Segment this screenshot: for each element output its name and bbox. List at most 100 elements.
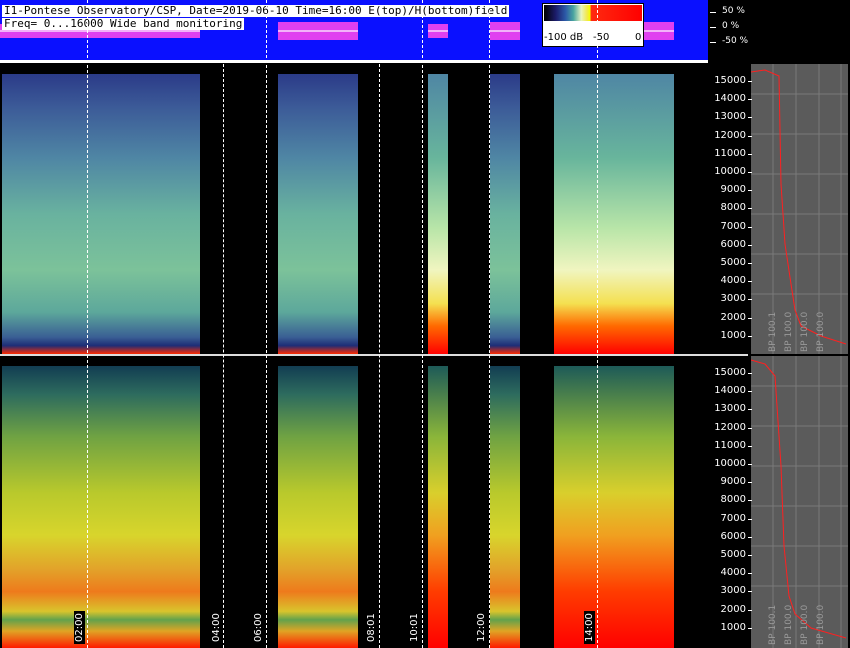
frequency-label: 15000: [714, 75, 746, 86]
side-graph-label: BP 100.0: [816, 604, 826, 645]
frequency-tick: [748, 464, 752, 465]
frequency-tick: [748, 482, 752, 484]
frequency-tick: [748, 317, 752, 319]
spectrogram-segment: [278, 74, 358, 354]
frequency-tick: [748, 190, 752, 192]
time-label: 08:01: [366, 611, 377, 644]
amplitude-label: 0 %: [722, 21, 740, 31]
frequency-label: 6000: [720, 238, 746, 250]
time-label: 12:00: [476, 611, 487, 644]
side-graph-e-curve: [751, 64, 848, 354]
frequency-label: 11000: [714, 439, 746, 451]
time-gridline: [422, 0, 423, 648]
time-gridline: [597, 0, 598, 648]
frequency-tick: [748, 500, 752, 502]
frequency-label: 12000: [714, 129, 746, 141]
time-gridline: [489, 0, 490, 648]
frequency-label: 11000: [714, 147, 746, 159]
amplitude-label: -50 %: [722, 36, 749, 46]
header-line-2: Freq= 0...16000 Wide band monitoring: [2, 17, 245, 30]
frequency-label: 6000: [720, 530, 746, 542]
frequency-tick: [748, 172, 752, 173]
spectrogram-segment: [278, 366, 358, 648]
side-graph-label: BP 100.0: [784, 311, 794, 352]
frequency-label: 7000: [720, 220, 746, 232]
frequency-label: 9000: [720, 184, 746, 196]
time-gridline: [266, 0, 267, 648]
side-graph-label: BP 100.0: [800, 311, 810, 352]
frequency-tick: [748, 627, 752, 629]
color-scale: -100 dB -50 0: [542, 3, 644, 47]
color-scale-label-min: -100 dB: [544, 32, 584, 43]
frequency-label: 3000: [720, 585, 746, 597]
frequency-tick: [748, 281, 752, 283]
frequency-tick: [748, 573, 752, 575]
panel-divider: [0, 354, 748, 356]
time-gridline: [87, 0, 88, 648]
side-graph-label: BP 100.0: [816, 311, 826, 352]
amplitude-tick: [710, 27, 716, 28]
spectrogram-segment: [490, 366, 520, 648]
frequency-label: 13000: [714, 111, 746, 123]
frequency-label: 4000: [720, 567, 746, 579]
frequency-tick: [748, 409, 752, 411]
time-label: 14:00: [584, 611, 595, 644]
frequency-tick: [748, 335, 752, 337]
spectrogram-segment: [2, 74, 200, 354]
frequency-tick: [748, 518, 752, 520]
color-scale-label-mid: -50: [593, 32, 610, 43]
frequency-tick: [748, 445, 752, 447]
frequency-tick: [748, 263, 752, 264]
frequency-label: 14000: [714, 385, 746, 397]
spectrogram-segment: [554, 74, 674, 354]
frequency-tick: [748, 244, 752, 246]
frequency-label: 5000: [720, 549, 746, 560]
frequency-label: 2000: [720, 311, 746, 323]
frequency-tick: [748, 153, 752, 155]
frequency-label: 13000: [714, 403, 746, 415]
frequency-tick: [748, 555, 752, 556]
header-line-1: I1-Pontese Observatory/CSP, Date=2019-06…: [2, 4, 510, 17]
side-graph-label: BP 100.1: [768, 311, 778, 352]
time-label: 06:00: [253, 611, 264, 644]
spectrogram-window: { "header": { "line1": "I1-Pontese Obser…: [0, 0, 850, 648]
frequency-tick: [748, 373, 752, 374]
waveform-baseline: [0, 60, 708, 63]
frequency-label: 9000: [720, 476, 746, 488]
frequency-tick: [748, 609, 752, 611]
frequency-tick: [748, 117, 752, 119]
spectrogram-segment: [428, 74, 448, 354]
frequency-label: 3000: [720, 293, 746, 305]
spectrogram-segment: [554, 366, 674, 648]
time-label: 02:00: [74, 611, 85, 644]
side-graph-label: BP 100.0: [784, 604, 794, 645]
frequency-label: 7000: [720, 512, 746, 524]
frequency-label: 1000: [720, 621, 746, 633]
amplitude-tick: [710, 12, 716, 13]
side-graph-label: BP 100.0: [800, 604, 810, 645]
color-scale-label-max: 0: [635, 32, 642, 43]
time-gridline: [379, 64, 380, 648]
frequency-tick: [748, 427, 752, 429]
frequency-tick: [748, 226, 752, 228]
frequency-label: 15000: [714, 367, 746, 378]
spectrogram-segment: [490, 74, 520, 354]
time-label: 04:00: [211, 611, 222, 644]
frequency-label: 4000: [720, 275, 746, 287]
frequency-label: 10000: [714, 458, 746, 469]
frequency-tick: [748, 391, 752, 393]
color-scale-gradient: [544, 5, 642, 21]
spectrogram-segment: [2, 366, 200, 648]
spectrogram-segment: [428, 366, 448, 648]
frequency-tick: [748, 81, 752, 82]
amplitude-label: 50 %: [722, 6, 745, 16]
frequency-tick: [748, 135, 752, 137]
frequency-label: 5000: [720, 257, 746, 268]
frequency-label: 8000: [720, 494, 746, 506]
frequency-label: 14000: [714, 93, 746, 105]
side-graph-label: BP 100.1: [768, 604, 778, 645]
frequency-tick: [748, 208, 752, 210]
frequency-tick: [748, 99, 752, 101]
frequency-tick: [748, 536, 752, 538]
frequency-label: 12000: [714, 421, 746, 433]
